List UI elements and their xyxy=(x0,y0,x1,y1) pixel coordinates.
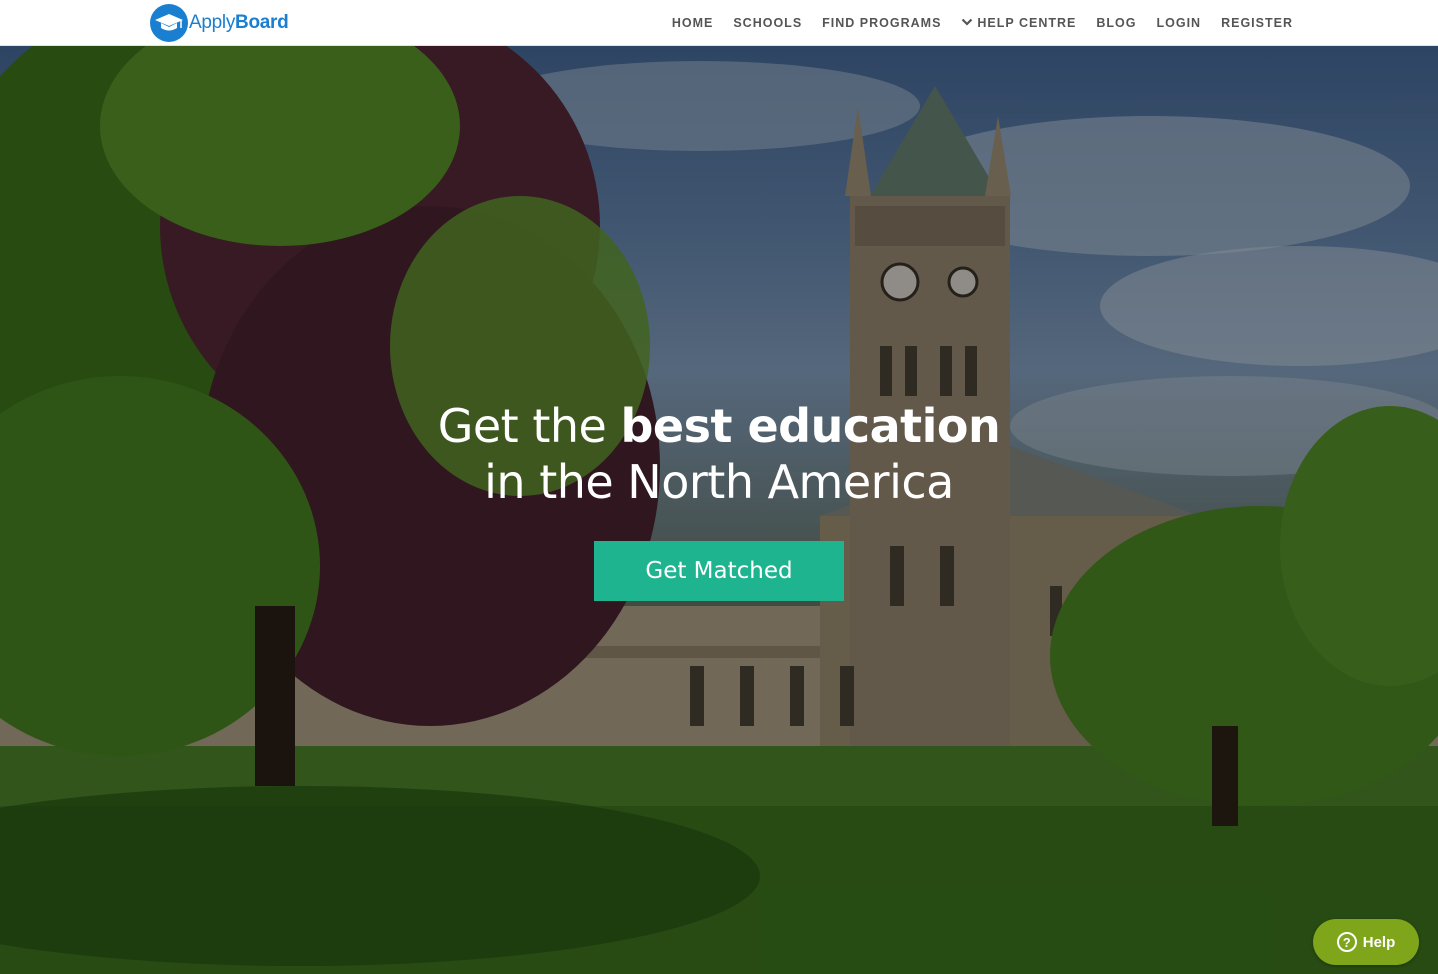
applyboard-logo[interactable]: ApplyBoard xyxy=(150,3,289,43)
hero-headline-emphasis: best education xyxy=(620,399,1001,453)
nav-find-programs[interactable]: FIND PROGRAMS xyxy=(822,16,941,30)
logo-wordmark: ApplyBoard xyxy=(189,12,289,33)
graduation-cap-icon xyxy=(150,4,188,42)
nav-help-centre[interactable]: HELP CENTRE xyxy=(961,16,1076,30)
question-icon: ? xyxy=(1336,932,1357,952)
hero-headline: Get the best education in the North Amer… xyxy=(0,398,1438,510)
help-widget-button[interactable]: ? Help xyxy=(1313,919,1419,965)
nav-help-centre-label: HELP CENTRE xyxy=(977,16,1077,30)
hero-section: Get the best education in the North Amer… xyxy=(0,46,1438,974)
hero-headline-line1: Get the best education xyxy=(437,399,1001,453)
hero-headline-line2: in the North America xyxy=(484,455,954,509)
nav-schools[interactable]: SCHOOLS xyxy=(733,16,802,30)
help-widget-label: Help xyxy=(1362,933,1396,951)
nav-login[interactable]: LOGIN xyxy=(1157,16,1202,30)
hero-dark-overlay xyxy=(0,46,1438,974)
main-nav: HOME SCHOOLS FIND PROGRAMS HELP CENTRE B… xyxy=(672,0,1293,46)
top-navbar: ApplyBoard HOME SCHOOLS FIND PROGRAMS HE… xyxy=(0,0,1438,46)
chevron-down-icon xyxy=(961,16,973,30)
nav-blog[interactable]: BLOG xyxy=(1096,16,1136,30)
get-matched-button[interactable]: Get Matched xyxy=(594,541,844,601)
nav-register[interactable]: REGISTER xyxy=(1221,16,1293,30)
nav-home[interactable]: HOME xyxy=(672,16,714,30)
